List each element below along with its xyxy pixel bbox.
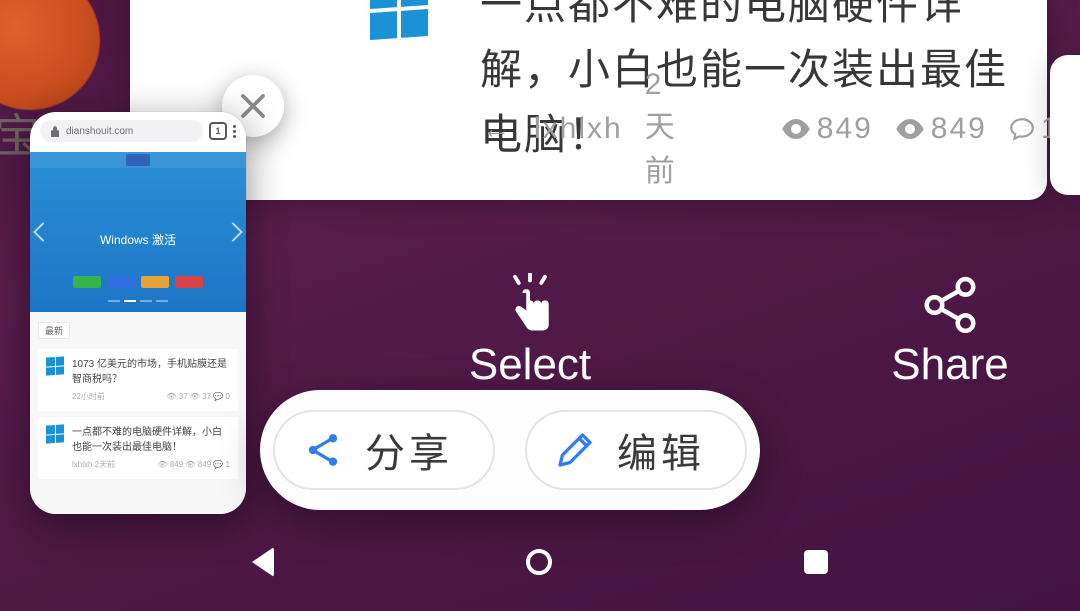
post-text: 一点都不难的电脑硬件详解，小白也能一次装出最佳电脑！ bbox=[72, 425, 230, 455]
hero-buttons bbox=[30, 276, 246, 288]
carousel-next-icon bbox=[223, 222, 243, 242]
reply-arrow-icon: ← bbox=[482, 113, 512, 145]
post-meta-left: 22小时前 bbox=[72, 391, 105, 403]
windows-icon bbox=[370, 0, 428, 40]
overview-action-select[interactable]: Select bbox=[400, 270, 660, 390]
close-icon bbox=[238, 91, 268, 121]
pencil-icon bbox=[555, 430, 595, 470]
feed-post: 一点都不难的电脑硬件详解，小白也能一次装出最佳电脑！ lxhlxh 2天前 👁 8… bbox=[38, 417, 238, 479]
edit-button-label: 编辑 bbox=[617, 421, 705, 479]
overview-action-share[interactable]: Share bbox=[820, 270, 1080, 390]
background-side-card bbox=[1050, 55, 1080, 195]
nav-recents-button[interactable] bbox=[804, 550, 828, 574]
screenshot-thumbnail[interactable]: dianshouit.com 1 Windows 激活 最新 1073 亿美元的… bbox=[30, 112, 246, 514]
screenshot-action-bar: 分享 编辑 bbox=[260, 390, 760, 510]
edit-button[interactable]: 编辑 bbox=[525, 410, 747, 490]
chrome-url-host: dianshouit.com bbox=[66, 126, 133, 137]
feed-post: 1073 亿美元的市场，手机贴膜还是智商税吗？ 22小时前 👁 37 👁 37 💬… bbox=[38, 349, 238, 411]
share-button[interactable]: 分享 bbox=[273, 410, 495, 490]
views-a: 849 bbox=[781, 112, 873, 146]
post-meta-right: 👁 849 👁 849 💬 1 bbox=[157, 459, 230, 471]
share-icon bbox=[303, 430, 343, 470]
windows-icon bbox=[46, 424, 64, 443]
article-meta: ← lxhlxh 2天前 849 849 1 bbox=[482, 68, 1060, 190]
article-author: lxhlxh bbox=[534, 112, 623, 146]
chrome-tab-count: 1 bbox=[209, 122, 227, 140]
overview-share-label: Share bbox=[820, 340, 1080, 390]
post-text: 1073 亿美元的市场，手机贴膜还是智商税吗？ bbox=[72, 357, 230, 387]
chrome-url-box: dianshouit.com bbox=[40, 120, 203, 142]
post-meta-left: lxhlxh 2天前 bbox=[72, 459, 115, 471]
touch-icon bbox=[500, 273, 560, 338]
chrome-menu-icon bbox=[233, 125, 236, 138]
page-hero: Windows 激活 bbox=[30, 152, 246, 312]
share-button-label: 分享 bbox=[365, 421, 453, 479]
views-b: 849 bbox=[895, 112, 987, 146]
share-icon bbox=[919, 274, 981, 336]
carousel-prev-icon bbox=[33, 222, 53, 242]
windows-icon bbox=[46, 356, 64, 375]
overview-select-label: Select bbox=[400, 340, 660, 390]
carousel-dots bbox=[30, 300, 246, 302]
system-nav-bar bbox=[0, 537, 1080, 587]
lock-icon bbox=[50, 125, 60, 137]
article-time: 2天前 bbox=[645, 68, 677, 190]
post-meta-right: 👁 37 👁 37 💬 0 bbox=[166, 391, 230, 403]
nav-home-button[interactable] bbox=[526, 549, 552, 575]
feed-tag: 最新 bbox=[38, 322, 70, 339]
hero-text: Windows 激活 bbox=[94, 211, 182, 254]
page-feed: 最新 1073 亿美元的市场，手机贴膜还是智商税吗？ 22小时前 👁 37 👁 3… bbox=[30, 312, 246, 514]
nav-back-button[interactable] bbox=[252, 547, 274, 577]
chrome-omnibar: dianshouit.com 1 bbox=[30, 112, 246, 152]
